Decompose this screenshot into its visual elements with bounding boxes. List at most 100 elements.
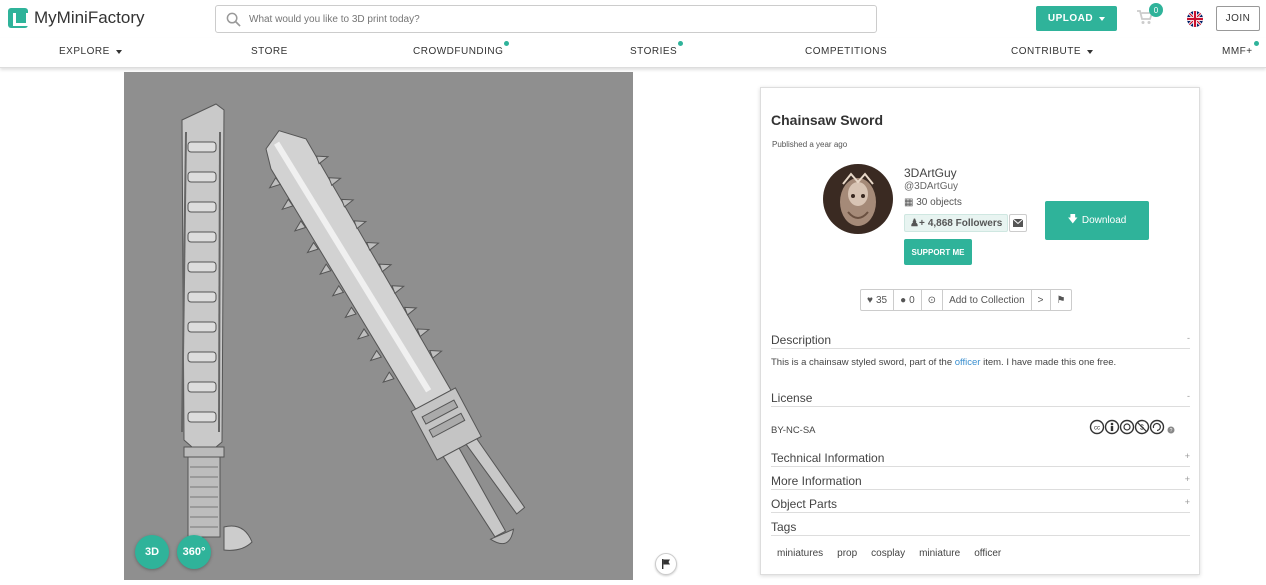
follow-button[interactable]: ♟+ 4,868 Followers <box>904 214 1009 232</box>
notification-dot <box>678 41 684 46</box>
license-section-header[interactable]: License - <box>771 390 1190 407</box>
join-button[interactable]: JOIN <box>1216 6 1260 31</box>
heart-icon: ♥ <box>867 294 873 306</box>
nav-contribute[interactable]: CONTRIBUTE <box>1011 46 1093 57</box>
comments-button[interactable]: ● 0 <box>894 290 922 310</box>
nav-stories[interactable]: STORIES <box>630 41 684 57</box>
description-link[interactable]: officer <box>955 357 981 368</box>
cubes-icon: ▦ <box>904 197 914 208</box>
description-text-start: This is a chainsaw styled sword, part of… <box>771 357 955 368</box>
tag-item[interactable]: prop <box>831 548 863 559</box>
author-handle: @3DArtGuy <box>904 181 959 192</box>
svg-text:?: ? <box>1170 428 1173 434</box>
technical-information-header[interactable]: Technical Information + <box>771 450 1190 467</box>
tag-item[interactable]: miniatures <box>771 548 829 559</box>
cart-button[interactable]: 0 <box>1137 3 1163 30</box>
license-code: BY-NC-SA <box>771 425 816 436</box>
clock-icon: ⊙ <box>927 294 937 306</box>
add-to-collection-button[interactable]: Add to Collection <box>943 290 1032 310</box>
view-360-button[interactable]: 360° <box>177 535 211 569</box>
section-title: Tags <box>771 520 797 534</box>
nav-label: EXPLORE <box>59 46 110 57</box>
sword-right-image <box>265 130 526 545</box>
flag-icon: ⚑ <box>1056 294 1066 306</box>
action-bar: ♥ 35 ● 0 ⊙ Add to Collection > ⚑ <box>860 289 1073 311</box>
tags-section-header: Tags <box>771 519 1190 536</box>
report-flag-button[interactable] <box>655 553 677 575</box>
download-icon: 🡇 <box>1067 214 1078 225</box>
envelope-icon <box>1013 219 1023 227</box>
likes-count: 35 <box>875 294 888 306</box>
collapse-toggle[interactable]: - <box>1187 333 1190 343</box>
search-input[interactable] <box>249 13 849 25</box>
nav-label: STORIES <box>630 46 678 57</box>
author-objects-count: ▦ 30 objects <box>904 197 962 208</box>
object-info-panel: Chainsaw Sword Published a year ago 3DAr… <box>760 87 1200 575</box>
cc-license-icons[interactable]: cc $ ? <box>1089 419 1187 435</box>
main-nav: EXPLORE STORE CROWDFUNDING STORIES COMPE… <box>0 38 1266 68</box>
download-button[interactable]: 🡇 Download <box>1045 201 1149 240</box>
view-3d-button[interactable]: 3D <box>135 535 169 569</box>
description-section-header[interactable]: Description - <box>771 332 1190 349</box>
chevron-down-icon <box>115 49 122 54</box>
nav-label: COMPETITIONS <box>805 46 888 57</box>
logo-icon <box>8 8 29 28</box>
sword-left-image <box>181 103 253 551</box>
objects-count-label: 30 objects <box>916 197 962 208</box>
creative-commons-icons: cc $ ? <box>1089 419 1175 435</box>
upload-button[interactable]: UPLOAD <box>1036 6 1117 31</box>
model-viewer[interactable]: 3D 360° <box>124 72 633 580</box>
followers-label: 4,868 Followers <box>927 217 1003 229</box>
tag-list: miniatures prop cosplay miniature office… <box>771 548 1009 559</box>
cart-count-badge: 0 <box>1149 3 1163 17</box>
support-me-button[interactable]: SUPPORT ME <box>904 239 972 265</box>
section-title: Description <box>771 333 832 347</box>
author-name[interactable]: 3DArtGuy <box>904 166 957 180</box>
model-render-image <box>181 103 526 551</box>
nav-store[interactable]: STORE <box>251 46 288 57</box>
nav-competitions[interactable]: COMPETITIONS <box>805 46 887 57</box>
top-bar: MyMiniFactory UPLOAD 0 JOIN <box>0 0 1266 38</box>
nav-label: STORE <box>251 46 288 57</box>
nav-crowdfunding[interactable]: CROWDFUNDING <box>413 41 510 57</box>
user-plus-icon: ♟+ <box>910 217 925 229</box>
object-parts-header[interactable]: Object Parts + <box>771 496 1190 513</box>
nav-mmf-plus[interactable]: MMF+ <box>1222 41 1259 57</box>
notification-dot <box>1253 41 1259 46</box>
search-bar[interactable] <box>215 5 877 33</box>
expand-toggle[interactable]: + <box>1185 451 1190 461</box>
nav-label: MMF+ <box>1222 46 1253 57</box>
uk-flag-icon[interactable] <box>1187 11 1203 27</box>
like-button[interactable]: ♥ 35 <box>861 290 895 310</box>
chevron-down-icon <box>1099 16 1106 21</box>
nav-label: CONTRIBUTE <box>1011 46 1081 57</box>
share-button[interactable]: > <box>1032 290 1051 310</box>
comment-icon: ● <box>900 294 907 306</box>
logo-text: MyMiniFactory <box>34 8 145 27</box>
section-title: Technical Information <box>771 451 885 465</box>
history-button[interactable]: ⊙ <box>922 290 944 310</box>
section-title: Object Parts <box>771 497 838 511</box>
site-logo[interactable]: MyMiniFactory <box>8 8 145 28</box>
more-information-header[interactable]: More Information + <box>771 473 1190 490</box>
avatar[interactable] <box>823 164 893 234</box>
upload-label: UPLOAD <box>1047 13 1094 24</box>
expand-toggle[interactable]: + <box>1185 474 1190 484</box>
message-button[interactable] <box>1009 214 1027 232</box>
tag-item[interactable]: officer <box>968 548 1007 559</box>
nav-explore[interactable]: EXPLORE <box>59 46 122 57</box>
report-button[interactable]: ⚑ <box>1051 290 1072 310</box>
expand-toggle[interactable]: + <box>1185 497 1190 507</box>
svg-text:cc: cc <box>1094 426 1100 432</box>
flag-icon <box>662 559 670 569</box>
section-title: More Information <box>771 474 862 488</box>
download-label: Download <box>1081 215 1127 226</box>
tag-item[interactable]: miniature <box>913 548 966 559</box>
section-title: License <box>771 391 813 405</box>
tag-item[interactable]: cosplay <box>865 548 911 559</box>
collapse-toggle[interactable]: - <box>1187 391 1190 401</box>
description-text-end: item. I have made this one free. <box>980 357 1117 368</box>
share-icon: > <box>1037 294 1044 306</box>
chevron-down-icon <box>1087 49 1093 54</box>
search-icon <box>226 12 241 27</box>
